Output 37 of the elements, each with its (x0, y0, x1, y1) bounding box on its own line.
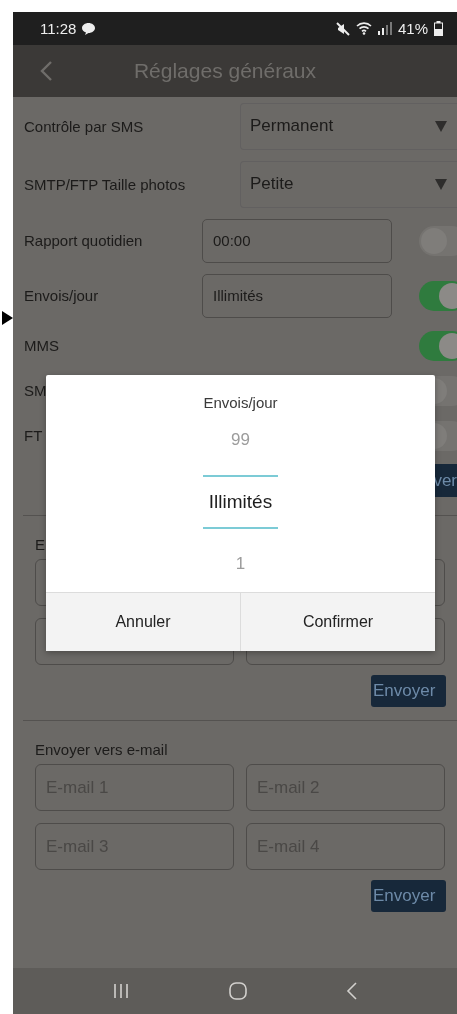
dropdown-caret-icon (435, 178, 447, 190)
signal-icon (377, 22, 392, 35)
battery-icon (434, 21, 443, 36)
dialog-button[interactable]: Confirmer (240, 593, 435, 651)
battery-percentage: 41% (397, 20, 428, 37)
setting-label: FT (24, 427, 43, 444)
dropdown[interactable]: Petite (240, 160, 457, 208)
setting-label: Rapport quotidien (24, 232, 143, 249)
three-bars-icon (112, 983, 131, 999)
dropdown-caret-icon (435, 120, 447, 132)
picker-option[interactable]: 1 (235, 542, 246, 586)
dialog-button[interactable]: Annuler (46, 593, 240, 651)
toggle-switch[interactable] (419, 330, 457, 361)
setting-label: Envois/jour (24, 287, 99, 304)
rounded-square-icon (229, 982, 247, 1000)
toggle-switch[interactable] (419, 280, 457, 311)
send-button[interactable]: Envoyer (371, 675, 446, 707)
mute-icon (335, 21, 350, 36)
picker-option[interactable]: 99 (231, 418, 250, 462)
picker-option[interactable]: Illimités (203, 475, 278, 529)
setting-label: MMS (24, 337, 59, 354)
send-button[interactable]: Envoyer (371, 880, 446, 912)
dialog-title: Envois/jour (203, 393, 278, 413)
chat-bubble-icon (82, 22, 96, 35)
dropdown[interactable]: Permanent (240, 102, 457, 150)
clock-time: 11:28 (40, 20, 77, 37)
setting-label: SMTP/FTP Taille photos (24, 175, 186, 193)
wifi-icon (355, 22, 372, 35)
section-title: Envoyer vers e-mail (34, 740, 169, 760)
input-field[interactable]: 00:00 (202, 218, 392, 263)
setting-label: Contrôle par SMS (24, 117, 144, 135)
chevron-left-icon (345, 982, 358, 1000)
pointer-arrow-icon (2, 311, 13, 325)
setting-label: SM (24, 382, 47, 399)
input-field[interactable]: Illimités (202, 273, 392, 318)
chevron-left-icon (39, 60, 53, 82)
section-title: E (34, 535, 46, 555)
